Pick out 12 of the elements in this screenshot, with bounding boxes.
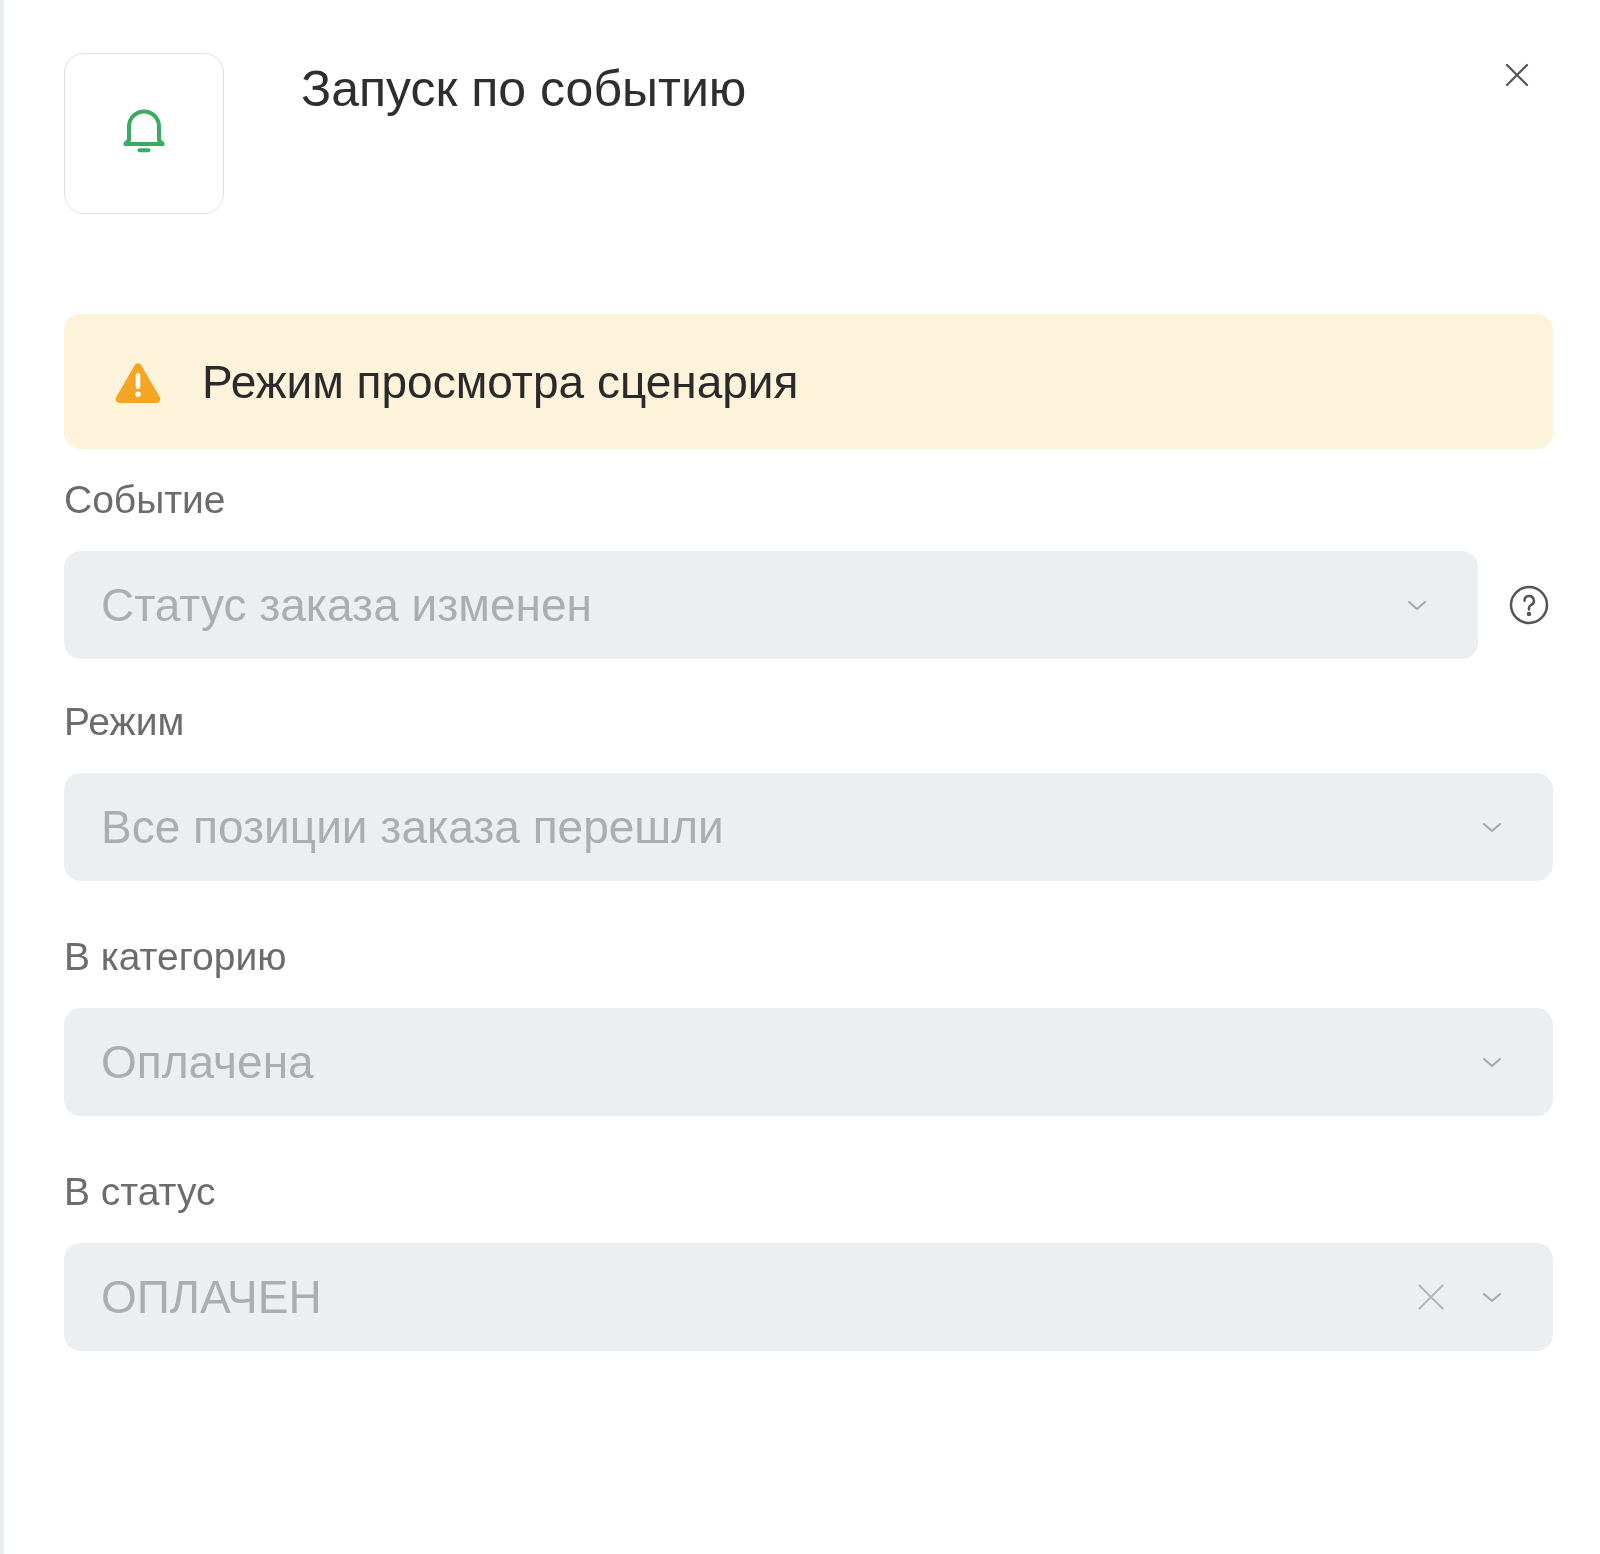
chevron-down-icon: [1482, 1056, 1502, 1068]
field-label: Событие: [64, 477, 227, 523]
field-label: В статус: [64, 1169, 217, 1215]
chevron-down-icon: [1482, 1291, 1502, 1303]
dialog-title: Запуск по событию: [301, 60, 747, 118]
bell-icon: [64, 53, 224, 214]
chevron-down-icon: [1482, 821, 1502, 833]
chevron-down-icon: [1407, 599, 1427, 611]
field-label: В категорию: [64, 934, 288, 980]
alert-text: Режим просмотра сценария: [202, 354, 799, 409]
warning-icon: [115, 360, 161, 403]
field-label: Режим: [64, 699, 186, 745]
